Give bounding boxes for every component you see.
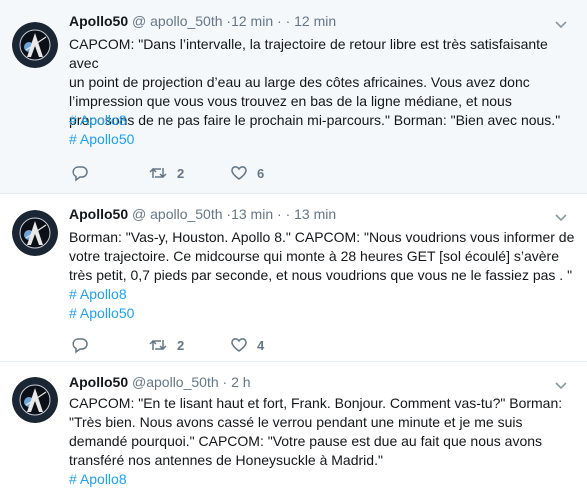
chevron-down-icon[interactable] [555, 16, 567, 29]
chevron-down-icon[interactable] [555, 377, 567, 390]
reply-button[interactable] [71, 164, 98, 182]
user-handle[interactable]: @apollo_50th [132, 374, 219, 390]
separator: · [222, 374, 228, 390]
hashtag-link[interactable]: # Apollo50 [69, 130, 134, 149]
heart-icon [231, 166, 247, 180]
tweet[interactable]: Apollo50 @apollo_50th · 2 h CAPCOM: "En … [0, 362, 587, 491]
avatar[interactable] [12, 377, 58, 423]
retweet-icon [149, 339, 167, 351]
heart-icon [231, 338, 247, 352]
hashtag-link[interactable]: # Apollo8 [69, 111, 127, 130]
tweet-header: Apollo50 @ apollo_50th ·13 min · · 13 mi… [69, 205, 567, 223]
hashtag-link[interactable]: # Apollo50 [69, 304, 134, 323]
hashtag-link[interactable]: # Apollo8 [69, 470, 127, 489]
apollo-seal-icon [12, 22, 58, 68]
user-handle[interactable]: @ apollo_50th [132, 206, 223, 222]
timestamp[interactable]: 2 h [231, 374, 250, 390]
separator: · [285, 206, 291, 222]
like-count: 4 [257, 337, 265, 353]
retweet-button[interactable]: 2 [148, 336, 184, 354]
chevron-down-icon[interactable] [555, 209, 567, 222]
like-button[interactable]: 4 [230, 336, 264, 354]
like-button[interactable]: 6 [230, 164, 264, 182]
tweet[interactable]: Apollo50 @ apollo_50th ·12 min · · 12 mi… [0, 0, 587, 194]
tweet[interactable]: Apollo50 @ apollo_50th ·13 min · · 13 mi… [0, 194, 587, 362]
tweet-text: CAPCOM: "Dans l’intervalle, la trajectoi… [69, 36, 561, 128]
apollo-seal-icon [12, 377, 58, 423]
avatar[interactable] [12, 22, 58, 68]
retweet-count: 2 [177, 337, 185, 353]
separator: · [277, 13, 282, 29]
display-name[interactable]: Apollo50 [69, 374, 128, 390]
retweet-count: 2 [177, 165, 185, 181]
tweet-header: Apollo50 @apollo_50th · 2 h [69, 373, 567, 391]
reply-icon [72, 166, 88, 182]
retweet-button[interactable]: 2 [148, 164, 184, 182]
apollo-seal-icon [12, 210, 58, 256]
timestamp[interactable]: 12 min [231, 13, 273, 29]
timestamp[interactable]: 13 min [231, 206, 273, 222]
timestamp-secondary[interactable]: 12 min [294, 13, 336, 29]
like-count: 6 [257, 165, 265, 181]
tweet-text: Borman: "Vas-y, Houston. Apollo 8." CAPC… [69, 229, 575, 283]
retweet-icon [149, 167, 167, 179]
separator: · [285, 13, 291, 29]
tweet-header: Apollo50 @ apollo_50th ·12 min · · 12 mi… [69, 12, 567, 30]
separator: · [277, 206, 282, 222]
reply-icon [72, 338, 88, 354]
tweet-text: CAPCOM: "En te lisant haut et fort, Fran… [69, 395, 563, 468]
avatar[interactable] [12, 210, 58, 256]
display-name[interactable]: Apollo50 [69, 13, 128, 29]
hashtag-link[interactable]: # Apollo8 [69, 285, 127, 304]
reply-button[interactable] [71, 336, 98, 354]
timestamp-secondary[interactable]: 13 min [294, 206, 336, 222]
display-name[interactable]: Apollo50 [69, 206, 128, 222]
user-handle[interactable]: @ apollo_50th [132, 13, 223, 29]
